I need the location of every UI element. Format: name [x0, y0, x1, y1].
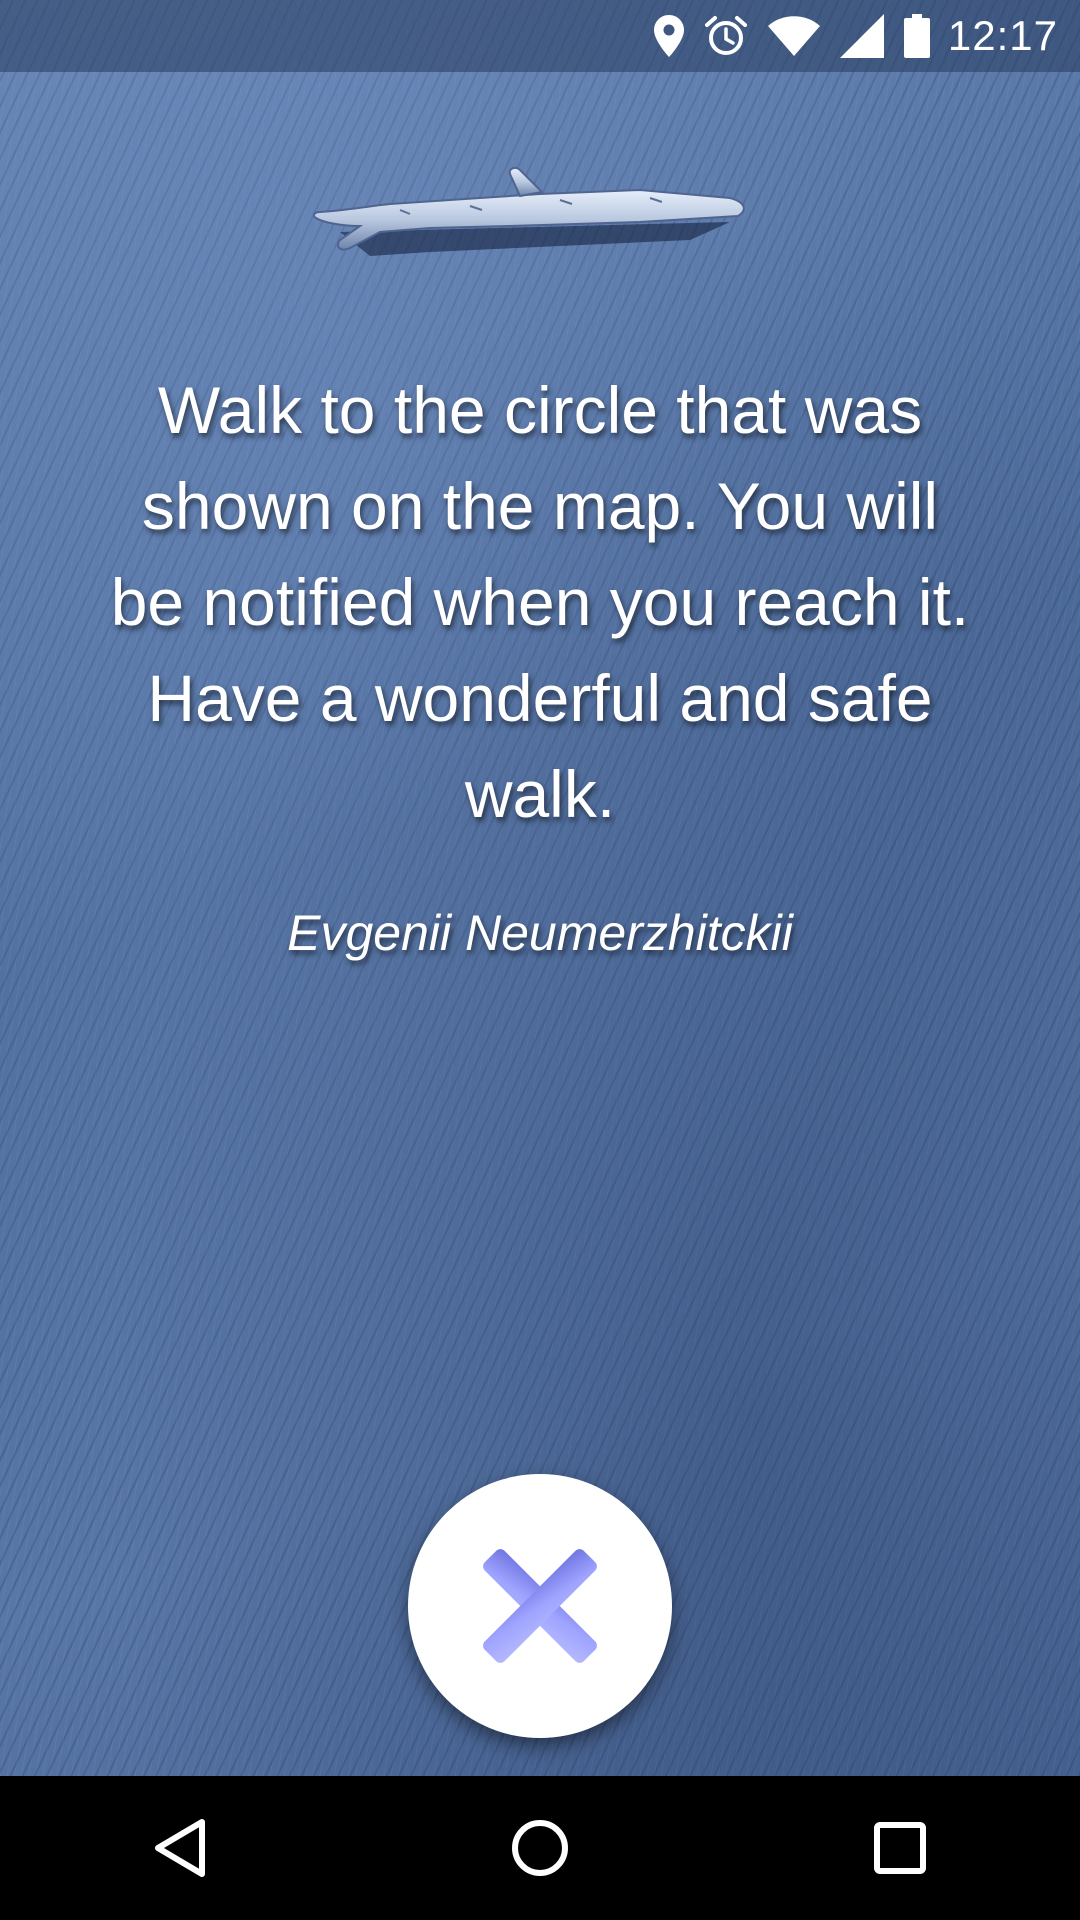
- navigation-bar: [0, 1776, 1080, 1920]
- alarm-icon: [704, 14, 748, 58]
- back-button[interactable]: [120, 1788, 240, 1908]
- close-button[interactable]: [408, 1474, 672, 1738]
- location-icon: [653, 15, 684, 57]
- wifi-icon: [767, 16, 820, 56]
- recents-icon: [874, 1822, 926, 1874]
- cellular-signal-icon: [839, 14, 884, 58]
- branch-icon: [312, 166, 745, 256]
- home-button[interactable]: [480, 1788, 600, 1908]
- walk-instruction-screen: 12:17 Walk to the circle that was shown …: [0, 0, 1080, 1920]
- walk-instruction-text: Walk to the circle that was shown on the…: [110, 373, 970, 831]
- recents-button[interactable]: [840, 1788, 960, 1908]
- author-name: Evgenii Neumerzhitckii: [287, 905, 793, 961]
- status-bar: 12:17: [0, 0, 1080, 72]
- status-time: 12:17: [947, 12, 1058, 59]
- status-icons: [653, 14, 930, 58]
- home-icon: [512, 1820, 568, 1876]
- battery-icon: [903, 14, 930, 58]
- back-icon: [155, 1819, 205, 1877]
- close-icon: [483, 1549, 597, 1663]
